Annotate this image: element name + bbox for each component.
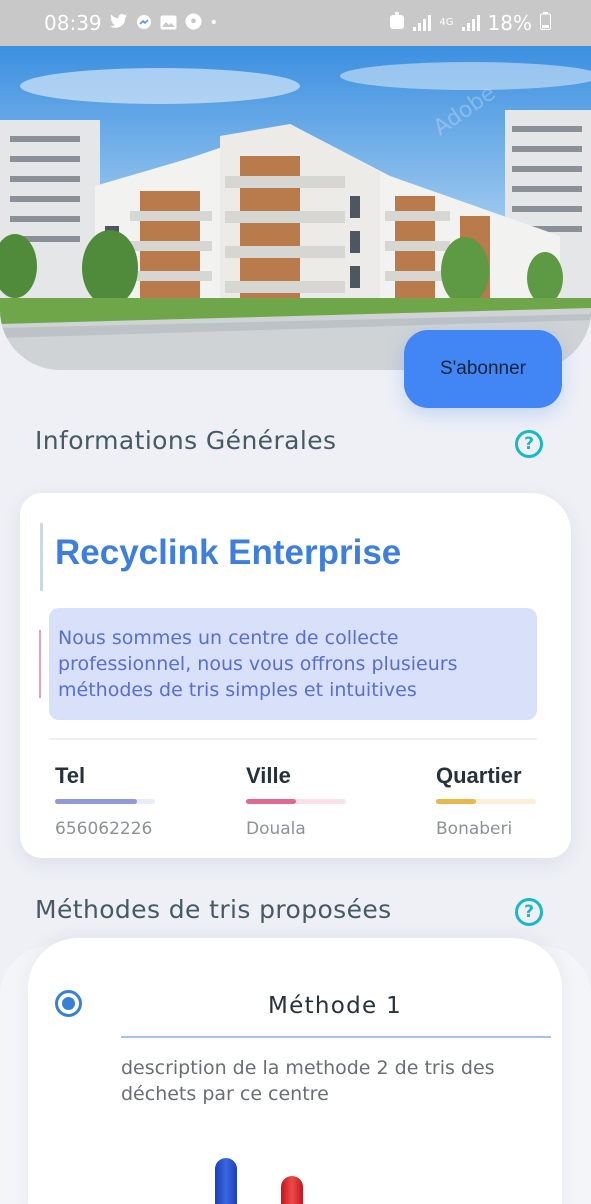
signal-icon-2 bbox=[461, 15, 480, 31]
building-illustration: Adobe bbox=[0, 46, 591, 370]
methods-help-icon[interactable]: ? bbox=[515, 898, 543, 926]
methods-title: Méthodes de tris proposées bbox=[35, 895, 392, 924]
stat-label: Tel bbox=[55, 763, 86, 788]
stat-value[interactable]: 656062226 bbox=[55, 819, 165, 839]
network-type: 4G bbox=[439, 17, 454, 28]
help-icon[interactable]: ? bbox=[515, 430, 543, 458]
stat-value: Bonaberi bbox=[436, 819, 513, 839]
signal-icon bbox=[413, 15, 432, 31]
stat-tel: Tel 656062226 bbox=[55, 763, 165, 839]
method-title: Méthode 1 bbox=[268, 993, 403, 1019]
radio-selected-dot bbox=[62, 997, 75, 1010]
stat-value: Douala bbox=[246, 819, 306, 839]
stat-quartier: Quartier Bonaberi bbox=[436, 763, 546, 839]
red-bin-icon bbox=[281, 1176, 303, 1204]
gallery-icon bbox=[160, 11, 177, 35]
hero-image: Adobe bbox=[0, 46, 591, 370]
description-accent bbox=[39, 630, 41, 698]
company-name: Recyclink Enterprise bbox=[55, 533, 402, 572]
battery-icon bbox=[540, 11, 551, 35]
messenger-icon bbox=[136, 11, 152, 35]
divider bbox=[49, 738, 537, 740]
stat-bar bbox=[246, 799, 346, 804]
football-icon bbox=[185, 11, 202, 35]
company-name-accent bbox=[40, 523, 43, 591]
alarm-icon bbox=[389, 11, 405, 35]
company-description: Nous sommes un centre de collecte profes… bbox=[49, 608, 537, 720]
subscribe-button[interactable]: S'abonner bbox=[404, 330, 562, 408]
status-time: 08:39 bbox=[44, 11, 102, 35]
status-bar: 08:39 • 4G 18% bbox=[0, 0, 591, 46]
stat-bar bbox=[436, 799, 536, 804]
stat-label: Ville bbox=[246, 763, 291, 788]
stat-label: Quartier bbox=[436, 763, 522, 788]
method-divider bbox=[121, 1036, 551, 1038]
company-info-card: Recyclink Enterprise Nous sommes un cent… bbox=[20, 493, 571, 858]
general-info-title: Informations Générales bbox=[35, 426, 337, 455]
battery-level: 18% bbox=[487, 11, 532, 35]
method-card[interactable]: Méthode 1 description de la methode 2 de… bbox=[28, 938, 562, 1204]
dot-icon: • bbox=[209, 15, 218, 31]
stat-ville: Ville Douala bbox=[246, 763, 356, 839]
twitter-icon bbox=[109, 13, 128, 34]
method-description: description de la methode 2 de tris des … bbox=[121, 1057, 495, 1105]
stat-bar bbox=[55, 799, 155, 804]
blue-bin-icon bbox=[215, 1158, 237, 1204]
method-radio[interactable] bbox=[55, 990, 82, 1017]
